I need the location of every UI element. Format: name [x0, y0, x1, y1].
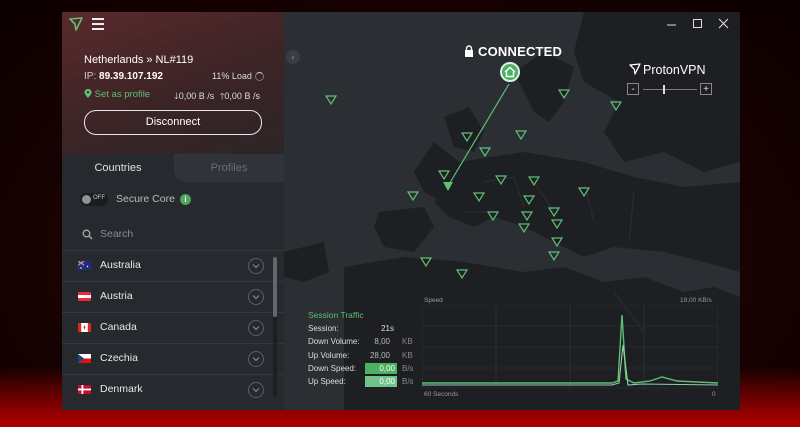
- down-volume-row: Down Volume: 8,00 KB: [308, 337, 413, 347]
- speed-chart-time: 60 Seconds: [424, 391, 459, 398]
- hamburger-menu-icon[interactable]: [92, 18, 104, 30]
- toggle-knob: [82, 195, 91, 204]
- home-location-pin[interactable]: [500, 62, 520, 82]
- zoom-slider-track[interactable]: [643, 89, 697, 90]
- czechia-flag-icon: [78, 354, 91, 363]
- country-list-scrollbar[interactable]: [273, 257, 277, 397]
- down-speed-row: Down Speed: 0,00 B/s: [308, 362, 414, 374]
- secure-core-label: Secure Core: [116, 193, 175, 205]
- search-icon: [82, 229, 93, 240]
- chevron-down-icon[interactable]: [248, 351, 264, 367]
- country-name: Australia: [100, 259, 141, 271]
- search-placeholder: Search: [100, 228, 134, 240]
- country-name: Denmark: [100, 383, 143, 395]
- zoom-in-button[interactable]: +: [700, 83, 712, 95]
- country-row-austria[interactable]: Austria: [62, 281, 284, 312]
- maximize-button[interactable]: [688, 15, 708, 33]
- session-row: Session: 21s: [308, 324, 394, 333]
- protonvpn-brand-icon: [629, 63, 641, 75]
- session-traffic-title: Session Traffic: [308, 310, 364, 320]
- country-row-australia[interactable]: Australia: [62, 250, 284, 281]
- server-name: Netherlands » NL#119: [84, 54, 194, 66]
- speed-chart-label: Speed: [424, 297, 443, 304]
- ip-address: IP: 89.39.107.192: [84, 71, 163, 82]
- minimize-button[interactable]: [662, 15, 682, 33]
- close-button[interactable]: [714, 15, 734, 33]
- sidebar-tabs: Countries Profiles: [62, 154, 284, 182]
- country-name: Austria: [100, 290, 133, 302]
- sidebar: Netherlands » NL#119 IP: 89.39.107.192 1…: [62, 12, 284, 410]
- current-speeds: 🡓0,00 B /s 🡑0,00 B /s: [174, 91, 260, 101]
- austria-flag-icon: [78, 292, 91, 301]
- speed-chart-max: 19,00 KB/s: [680, 297, 712, 304]
- protonvpn-logo-icon: [69, 17, 83, 31]
- info-icon[interactable]: i: [180, 194, 191, 205]
- chevron-down-icon[interactable]: [248, 382, 264, 398]
- zoom-slider-handle[interactable]: [663, 85, 665, 94]
- tab-profiles[interactable]: Profiles: [174, 154, 284, 182]
- country-row-canada[interactable]: Canada: [62, 312, 284, 343]
- brand-logo: ProtonVPN: [629, 63, 706, 77]
- australia-flag-icon: [78, 261, 91, 270]
- title-bar-left: [62, 12, 284, 38]
- country-list: Australia Austria Canada Czechia Denmark: [62, 250, 284, 405]
- map-panel: ‹ CONNECTED ProtonVPN - + Session Traffi…: [284, 12, 740, 410]
- country-row-denmark[interactable]: Denmark: [62, 374, 284, 405]
- session-traffic-panel: Session Traffic Session: 21s Down Volume:…: [308, 310, 418, 389]
- collapse-sidebar-button[interactable]: ‹: [286, 50, 300, 64]
- search-input[interactable]: Search: [80, 226, 270, 244]
- lock-icon: [465, 45, 473, 57]
- up-speed-row: Up Speed: 0,00 B/s: [308, 376, 414, 388]
- server-marker[interactable]: [478, 147, 492, 158]
- country-name: Czechia: [100, 352, 138, 364]
- speed-chart-zero: 0: [712, 391, 716, 398]
- disconnect-button[interactable]: Disconnect: [84, 110, 262, 135]
- toggle-state: OFF: [93, 195, 105, 201]
- chevron-down-icon[interactable]: [248, 289, 264, 305]
- secure-core-toggle[interactable]: OFF: [80, 193, 108, 206]
- zoom-out-button[interactable]: -: [627, 83, 639, 95]
- up-volume-row: Up Volume: 28,00 KB: [308, 350, 413, 360]
- server-load: 11% Load: [212, 71, 264, 82]
- zoom-control: - +: [627, 83, 713, 97]
- server-marker[interactable]: [406, 191, 420, 202]
- canada-flag-icon: [78, 323, 91, 332]
- load-ring-icon: [254, 72, 264, 82]
- tab-countries[interactable]: Countries: [62, 154, 174, 182]
- connection-panel: Netherlands » NL#119 IP: 89.39.107.192 1…: [62, 12, 284, 154]
- speed-chart: [422, 305, 718, 389]
- country-row-czechia[interactable]: Czechia: [62, 343, 284, 374]
- chevron-down-icon[interactable]: [248, 320, 264, 336]
- app-window: Netherlands » NL#119 IP: 89.39.107.192 1…: [62, 12, 740, 410]
- chevron-down-icon[interactable]: [248, 258, 264, 274]
- server-marker[interactable]: [324, 95, 338, 106]
- pin-icon: [84, 89, 92, 98]
- home-icon: [504, 66, 516, 78]
- denmark-flag-icon: [78, 385, 91, 394]
- scrollbar-thumb[interactable]: [273, 257, 277, 317]
- server-marker[interactable]: [514, 130, 528, 141]
- server-marker[interactable]: [547, 251, 561, 262]
- connection-status: CONNECTED: [464, 44, 562, 59]
- set-as-profile-link[interactable]: Set as profile: [84, 89, 150, 100]
- country-name: Canada: [100, 321, 137, 333]
